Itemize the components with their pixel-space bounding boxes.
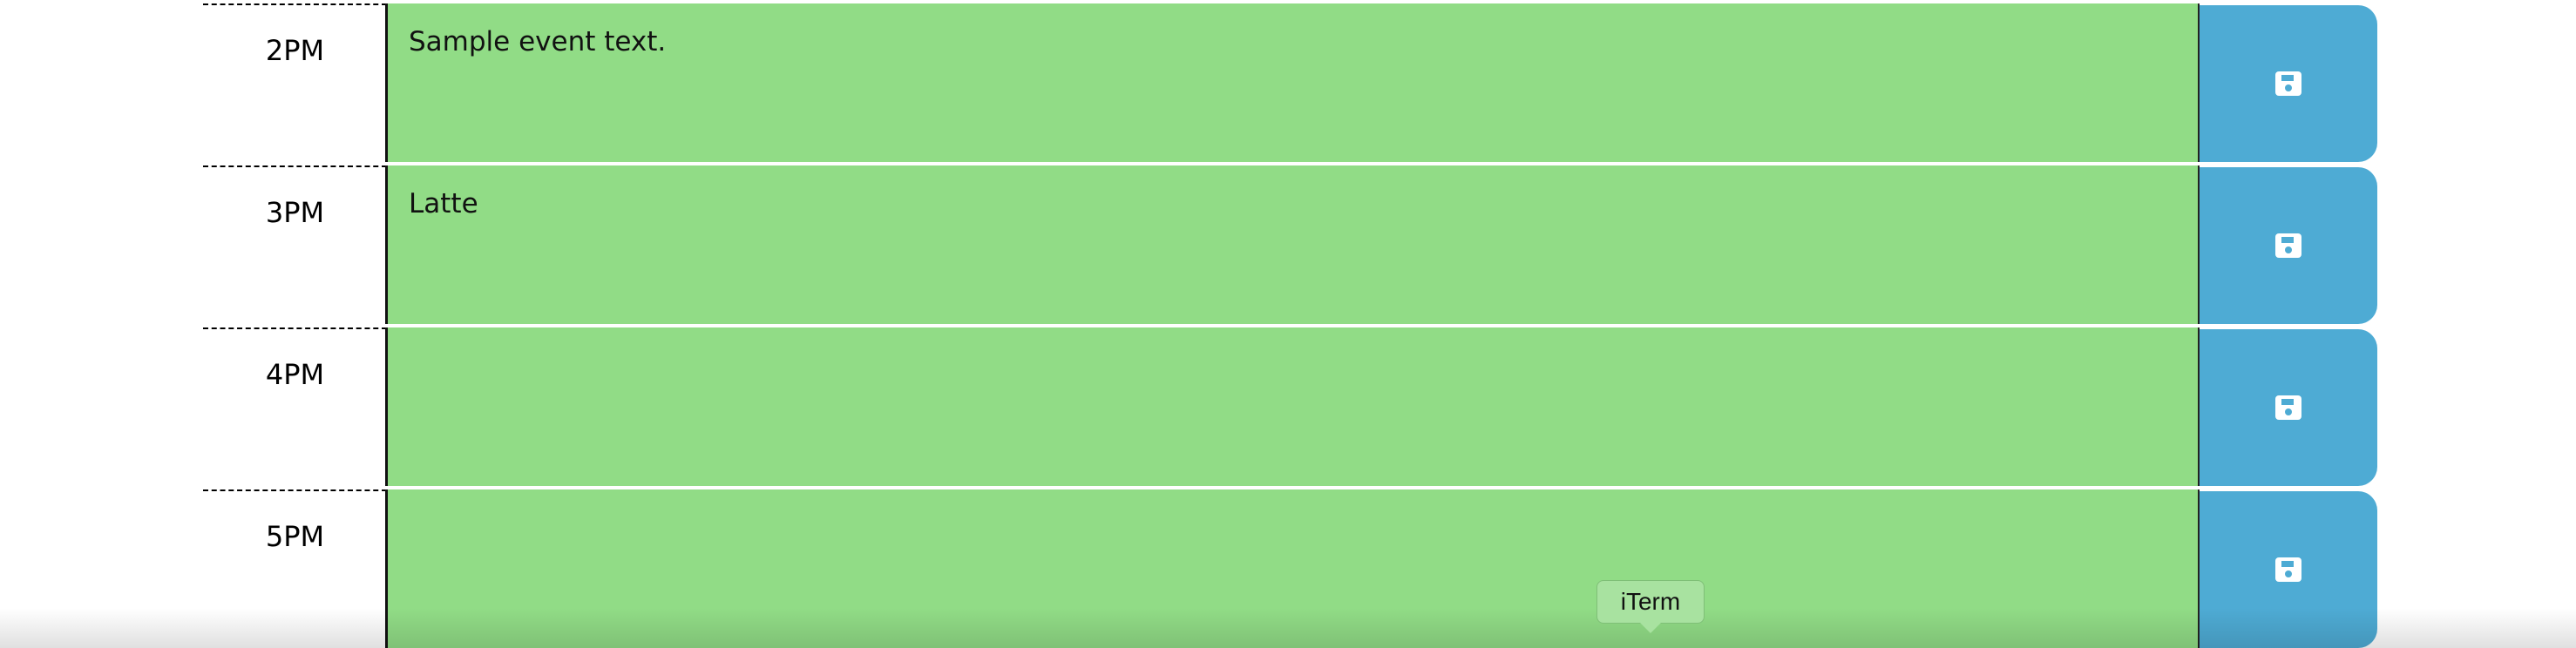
floppy-disk-hole [2285,570,2292,577]
hour-label: 2PM [265,34,325,67]
timeblock-row: 5PM [0,486,2576,648]
event-textarea[interactable]: Latte [385,165,2200,324]
event-textarea[interactable]: Sample event text. [385,3,2200,162]
floppy-disk-icon [2275,395,2301,420]
floppy-disk-hole [2285,408,2292,415]
save-button[interactable] [2200,5,2377,162]
floppy-disk-icon [2275,557,2301,582]
timeblock-row: 3PM Latte [0,162,2576,324]
hour-cell: 5PM [203,489,387,648]
dock-tooltip-arrow [1640,623,1661,633]
event-textarea[interactable] [385,489,2200,648]
floppy-disk-slot [2281,237,2294,243]
hour-cell: 4PM [203,327,387,486]
save-button[interactable] [2200,167,2377,324]
save-button[interactable] [2200,491,2377,648]
event-textarea[interactable] [385,327,2200,486]
floppy-disk-icon [2275,233,2301,258]
floppy-disk-slot [2281,561,2294,567]
timeblock-row: 2PM Sample event text. [0,0,2576,162]
hour-label: 5PM [265,520,325,553]
floppy-disk-hole [2285,246,2292,253]
timeblock-row: 4PM [0,324,2576,486]
dock-tooltip: iTerm [1596,580,1705,624]
floppy-disk-slot [2281,75,2294,81]
hour-label: 3PM [265,196,325,229]
hour-cell: 2PM [203,3,387,162]
floppy-disk-slot [2281,399,2294,405]
hour-cell: 3PM [203,165,387,324]
hour-label: 4PM [265,358,325,391]
save-button[interactable] [2200,329,2377,486]
floppy-disk-icon [2275,71,2301,96]
scheduler-app: 2PM Sample event text. 3PM Latte 4PM 5PM… [0,0,2576,648]
floppy-disk-hole [2285,84,2292,91]
